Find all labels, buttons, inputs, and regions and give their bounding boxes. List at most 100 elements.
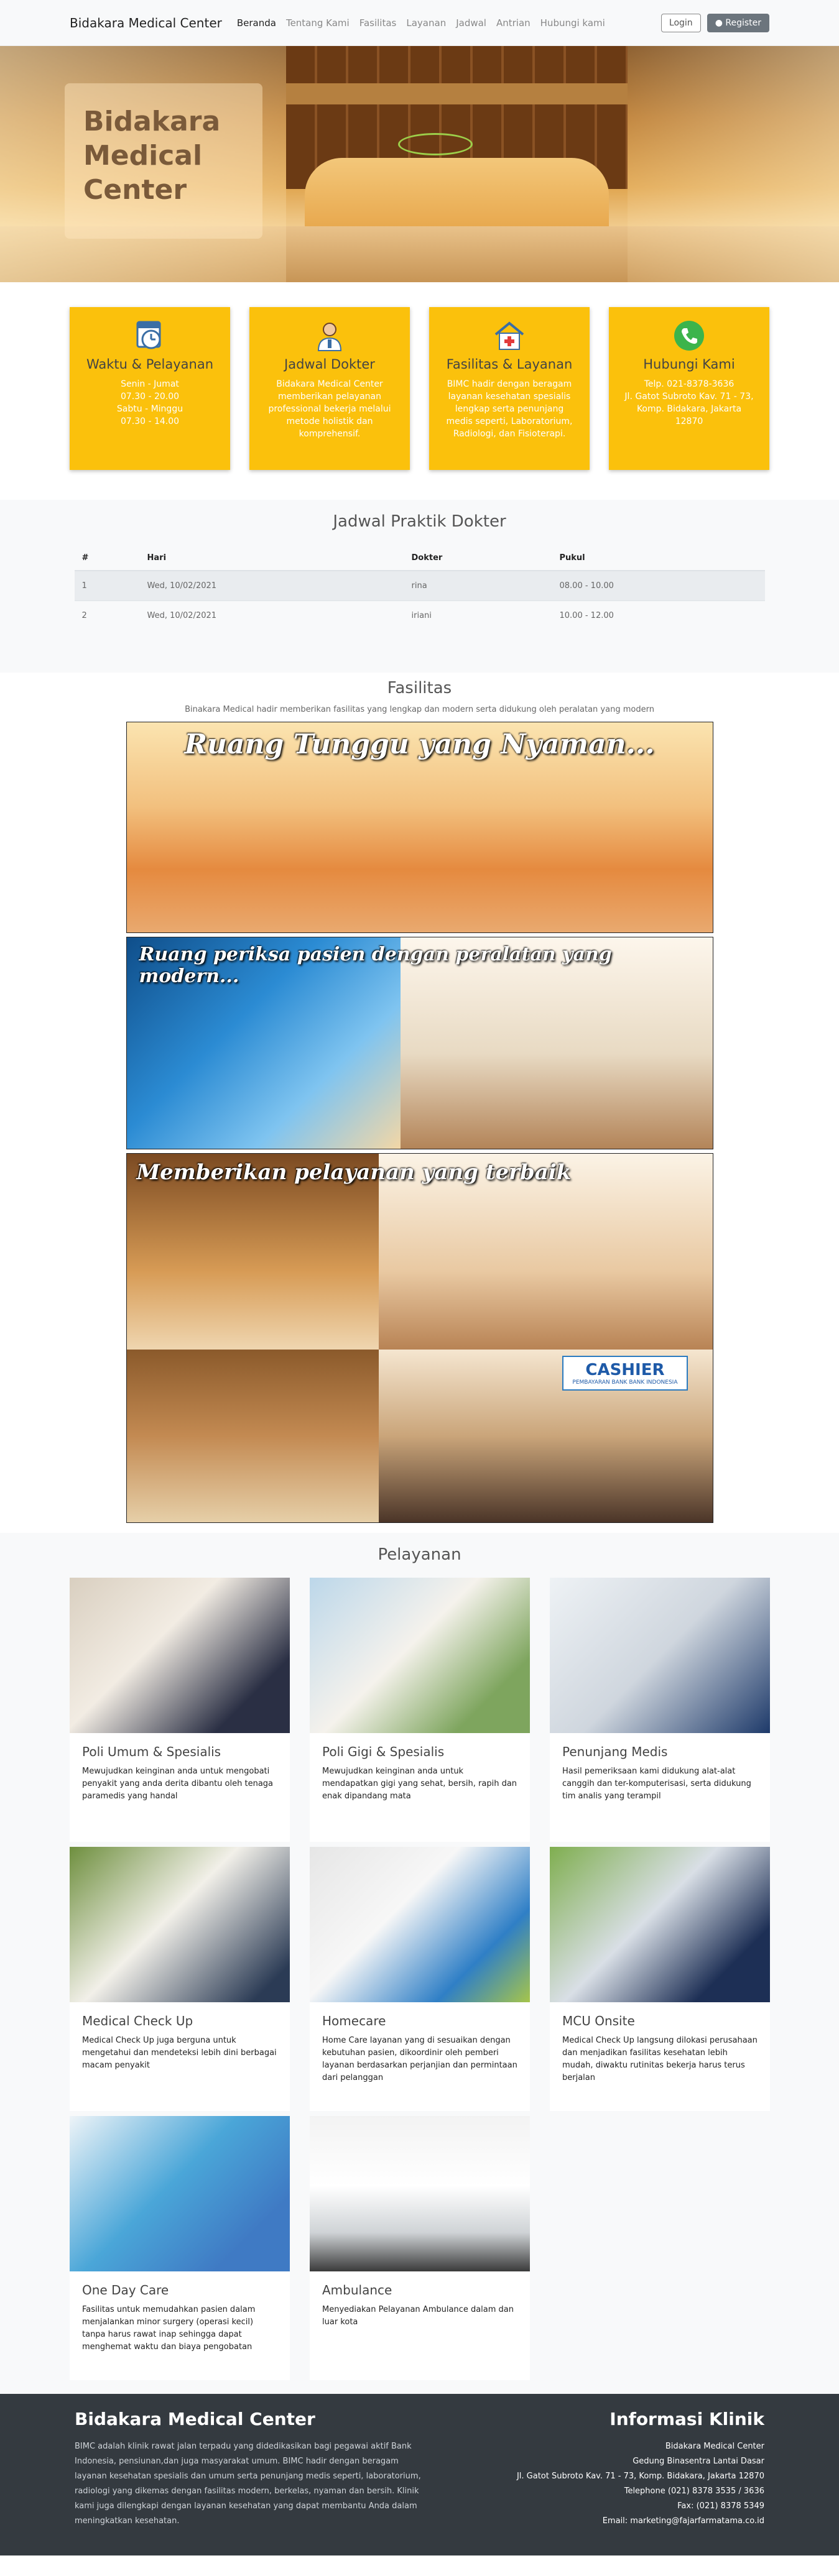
- pelayanan-title: Pelayanan: [378, 1545, 461, 1564]
- info-line: 07.30 - 14.00: [120, 416, 180, 426]
- service-image: [70, 2116, 290, 2271]
- footer-email-link[interactable]: Email: marketing@fajarfarmatama.co.id: [478, 2514, 764, 2529]
- service-card-homecare[interactable]: Homecare Home Care layanan yang di sesuai…: [310, 1847, 530, 2111]
- column-header: Dokter: [404, 546, 552, 571]
- service-image: [70, 1578, 290, 1733]
- nav-link-beranda[interactable]: Beranda: [237, 17, 276, 29]
- facility-image-service: CASHIER PEMBAYARAN BANK BANK INDONESIA M…: [126, 1153, 713, 1523]
- info-line: Telp. 021-8378-3636: [644, 379, 735, 389]
- facility-caption: Memberikan pelayanan yang terbaik: [136, 1160, 572, 1185]
- pelayanan-section: Pelayanan Poli Umum & Spesialis Mewujudka…: [0, 1533, 839, 2394]
- service-title: Poli Umum & Spesialis: [82, 1744, 221, 1759]
- footer-info-line: Telephone (021) 8378 3535 / 3636: [624, 2486, 764, 2496]
- info-line: professional bekerja melalui: [268, 404, 391, 414]
- service-image: [310, 1578, 530, 1733]
- facility-image-board: [126, 1350, 379, 1522]
- hero-glass-right: [628, 46, 839, 282]
- service-text: Hasil pemeriksaan kami didukung alat-ala…: [562, 1767, 751, 1801]
- facility-caption: Ruang Tunggu yang Nyaman...: [184, 729, 655, 760]
- facility-caption: Ruang periksa pasien dengan peralatan ya…: [139, 944, 612, 987]
- service-card-mcu-onsite[interactable]: MCU Onsite Medical Check Up langsung dilo…: [550, 1847, 770, 2111]
- info-card-text: Telp. 021-8378-3636 Jl. Gatot Subroto Ka…: [619, 378, 759, 428]
- schedule-title: Jadwal Praktik Dokter: [333, 512, 506, 531]
- hero-banner: Bidakara Medical Center: [0, 46, 839, 282]
- service-image: [550, 1578, 770, 1733]
- nav-link-jadwal[interactable]: Jadwal: [456, 17, 486, 29]
- hero-title-line: Center: [83, 174, 187, 206]
- nav-link-hubungi-kami[interactable]: Hubungi kami: [540, 17, 605, 29]
- info-card-waktu: Waktu & Pelayanan Senin - Jumat 07.30 - …: [70, 307, 230, 470]
- info-card-title: Jadwal Dokter: [284, 357, 375, 372]
- info-card-text: BIMC hadir dengan beragam layanan keseha…: [439, 378, 580, 440]
- service-card-poli-gigi[interactable]: Poli Gigi & Spesialis Mewujudkan keingina…: [310, 1578, 530, 1842]
- table-row: 2 Wed, 10/02/2021 iriani 10.00 - 12.00: [74, 600, 765, 630]
- service-card-one-day-care[interactable]: One Day Care Fasilitas untuk memudahkan p…: [70, 2116, 290, 2380]
- table-header-row: # Hari Dokter Pukul: [74, 546, 765, 571]
- nav-link-layanan[interactable]: Layanan: [406, 17, 446, 29]
- nav-link-fasilitas[interactable]: Fasilitas: [359, 17, 397, 29]
- table-cell: Wed, 10/02/2021: [139, 570, 404, 600]
- doctor-icon: [312, 318, 347, 353]
- service-card-ambulance[interactable]: Ambulance Menyediakan Pelayanan Ambulance…: [310, 2116, 530, 2380]
- hero-title-line: Medical: [83, 140, 203, 172]
- cashier-sign-subtitle: PEMBAYARAN BANK BANK INDONESIA: [572, 1379, 678, 1386]
- service-text: Home Care layanan yang di sesuaikan deng…: [322, 2036, 517, 2082]
- nav-links: Beranda Tentang Kami Fasilitas Layanan J…: [237, 17, 661, 29]
- info-line: Senin - Jumat: [121, 379, 179, 389]
- schedule-table: # Hari Dokter Pukul 1 Wed, 10/02/2021 ri…: [74, 546, 765, 630]
- hero-title-line: Bidakara: [83, 106, 221, 137]
- info-line: Jl. Gatot Subroto Kav. 71 - 73,: [624, 392, 754, 402]
- footer-about-title: Bidakara Medical Center: [75, 2409, 315, 2429]
- service-card-penunjang-medis[interactable]: Penunjang Medis Hasil pemeriksaan kami di…: [550, 1578, 770, 1842]
- fasilitas-section: Fasilitas Binakara Medical hadir memberi…: [0, 673, 839, 1533]
- info-line: medis seperti, Laboratorium,: [446, 416, 573, 426]
- cashier-sign: CASHIER PEMBAYARAN BANK BANK INDONESIA: [562, 1356, 688, 1391]
- info-cards: Waktu & Pelayanan Senin - Jumat 07.30 - …: [0, 282, 839, 500]
- service-text: Menyediakan Pelayanan Ambulance dalam da…: [322, 2305, 514, 2327]
- nav-link-tentang-kami[interactable]: Tentang Kami: [286, 17, 350, 29]
- hero-title-box: Bidakara Medical Center: [65, 83, 262, 239]
- info-card-fasilitas: Fasilitas & Layanan BIMC hadir dengan be…: [429, 307, 590, 470]
- nav-link-antrian[interactable]: Antrian: [496, 17, 531, 29]
- info-line: memberikan pelayanan: [278, 392, 381, 402]
- nav-actions: Login ● Register: [661, 13, 769, 32]
- info-line: 12870: [675, 416, 703, 426]
- footer-about-text: BIMC adalah klinik rawat jalan terpadu y…: [75, 2442, 421, 2526]
- footer-info-title: Informasi Klinik: [610, 2409, 764, 2429]
- footer: Bidakara Medical Center BIMC adalah klin…: [0, 2394, 839, 2555]
- table-cell: iriani: [404, 600, 552, 630]
- register-label: Register: [725, 17, 761, 28]
- table-cell: 1: [74, 570, 140, 600]
- table-cell: 10.00 - 12.00: [552, 600, 765, 630]
- hero-wall-band: [286, 83, 628, 104]
- table-cell: Wed, 10/02/2021: [139, 600, 404, 630]
- footer-info-line: Bidakara Medical Center: [665, 2442, 764, 2451]
- brand-link[interactable]: Bidakara Medical Center: [70, 16, 222, 30]
- facility-image-exam-room: Ruang periksa pasien dengan peralatan ya…: [126, 937, 713, 1149]
- info-line: Radiologi, dan Fisioterapi.: [453, 429, 566, 439]
- service-text: Medical Check Up juga berguna untuk meng…: [82, 2036, 277, 2070]
- hero-logo-sign: [398, 133, 473, 155]
- footer-info: Informasi Klinik Bidakara Medical Center…: [478, 2409, 764, 2541]
- service-grid: Poli Umum & Spesialis Mewujudkan keingina…: [70, 1578, 770, 2380]
- fasilitas-subtitle: Binakara Medical hadir memberikan fasili…: [185, 705, 654, 714]
- service-card-poli-umum[interactable]: Poli Umum & Spesialis Mewujudkan keingina…: [70, 1578, 290, 1842]
- login-button[interactable]: Login: [661, 13, 701, 32]
- footer-info-line: Fax: (021) 8378 5349: [677, 2501, 764, 2511]
- footer-about: Bidakara Medical Center BIMC adalah klin…: [75, 2409, 423, 2541]
- info-card-title: Fasilitas & Layanan: [446, 357, 573, 372]
- schedule-section: Jadwal Praktik Dokter # Hari Dokter Puku…: [0, 500, 839, 673]
- hero-title: Bidakara Medical Center: [83, 104, 244, 207]
- register-button[interactable]: ● Register: [707, 13, 769, 32]
- info-card-title: Waktu & Pelayanan: [86, 357, 214, 372]
- navbar: Bidakara Medical Center Beranda Tentang …: [0, 0, 839, 46]
- service-title: Penunjang Medis: [562, 1744, 668, 1759]
- service-card-medical-check-up[interactable]: Medical Check Up Medical Check Up juga be…: [70, 1847, 290, 2111]
- table-cell: 2: [74, 600, 140, 630]
- info-card-jadwal: Jadwal Dokter Bidakara Medical Center me…: [249, 307, 410, 470]
- footer-info-text: Bidakara Medical Center Gedung Binasentr…: [478, 2439, 764, 2529]
- footer-info-line: Jl. Gatot Subroto Kav. 71 - 73, Komp. Bi…: [516, 2472, 764, 2481]
- info-line: 07.30 - 20.00: [120, 392, 180, 402]
- info-line: komprehensif.: [299, 429, 361, 439]
- info-line: Sabtu - Minggu: [116, 404, 183, 414]
